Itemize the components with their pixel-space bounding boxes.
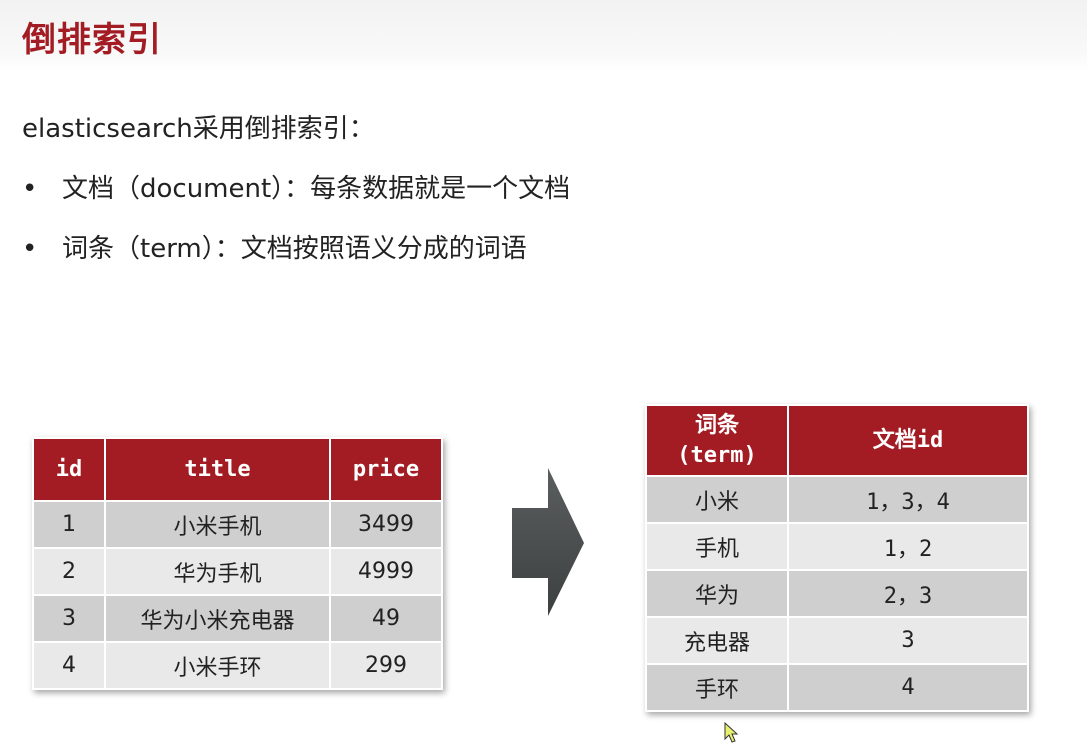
cell-term: 小米 (647, 477, 787, 522)
cell-term: 充电器 (647, 618, 787, 663)
cell-title: 华为手机 (106, 549, 329, 594)
cell-term: 手环 (647, 665, 787, 710)
cell-doc-ids: 2，3 (789, 571, 1027, 616)
right-arrow-icon (512, 468, 584, 616)
header-title: title (106, 439, 329, 500)
cell-title: 小米手环 (106, 643, 329, 688)
table-row: 3 华为小米充电器 49 (34, 596, 441, 641)
table-row: 4 小米手环 299 (34, 643, 441, 688)
cell-term: 手机 (647, 524, 787, 569)
header-term-en: (term) (677, 442, 757, 468)
page-title: 倒排索引 (22, 20, 162, 60)
cell-doc-ids: 1，3，4 (789, 477, 1027, 522)
table-header-row: id title price (34, 439, 441, 500)
cell-id: 4 (34, 643, 104, 688)
cell-id: 3 (34, 596, 104, 641)
inverted-index-table: 词条 (term) 文档id 小米 1，3，4 手机 1，2 华为 2，3 充电… (645, 404, 1029, 712)
cell-price: 49 (331, 596, 441, 641)
table-row: 充电器 3 (647, 618, 1027, 663)
bullet-document: • 文档（document）：每条数据就是一个文档 (22, 168, 570, 205)
cell-doc-ids: 4 (789, 665, 1027, 710)
cell-title: 小米手机 (106, 502, 329, 547)
header-term-zh: 词条 (694, 412, 739, 438)
table-row: 小米 1，3，4 (647, 477, 1027, 522)
cell-price: 3499 (331, 502, 441, 547)
cell-price: 299 (331, 643, 441, 688)
bullet-dot: • (22, 174, 38, 204)
table-row: 手机 1，2 (647, 524, 1027, 569)
cell-id: 2 (34, 549, 104, 594)
header-doc-ids: 文档id (789, 406, 1027, 475)
document-table: id title price 1 小米手机 3499 2 华为手机 4999 3… (32, 437, 443, 690)
cell-doc-ids: 1，2 (789, 524, 1027, 569)
cell-term: 华为 (647, 571, 787, 616)
bullet-text: 文档（document）：每条数据就是一个文档 (62, 174, 571, 204)
header-id: id (34, 439, 104, 500)
mouse-cursor-icon (724, 722, 739, 743)
intro-text: elasticsearch采用倒排索引： (22, 114, 375, 144)
table-header-row: 词条 (term) 文档id (647, 406, 1027, 475)
cell-doc-ids: 3 (789, 618, 1027, 663)
table-row: 2 华为手机 4999 (34, 549, 441, 594)
table-row: 华为 2，3 (647, 571, 1027, 616)
header-price: price (331, 439, 441, 500)
bullet-text: 词条（term）：文档按照语义分成的词语 (62, 234, 527, 264)
cell-title: 华为小米充电器 (106, 596, 329, 641)
cell-id: 1 (34, 502, 104, 547)
title-bar: 倒排索引 (0, 0, 1087, 72)
cell-price: 4999 (331, 549, 441, 594)
bullet-dot: • (22, 234, 38, 264)
bullet-term: • 词条（term）：文档按照语义分成的词语 (22, 228, 527, 265)
table-row: 手环 4 (647, 665, 1027, 710)
table-row: 1 小米手机 3499 (34, 502, 441, 547)
header-term: 词条 (term) (647, 406, 787, 475)
